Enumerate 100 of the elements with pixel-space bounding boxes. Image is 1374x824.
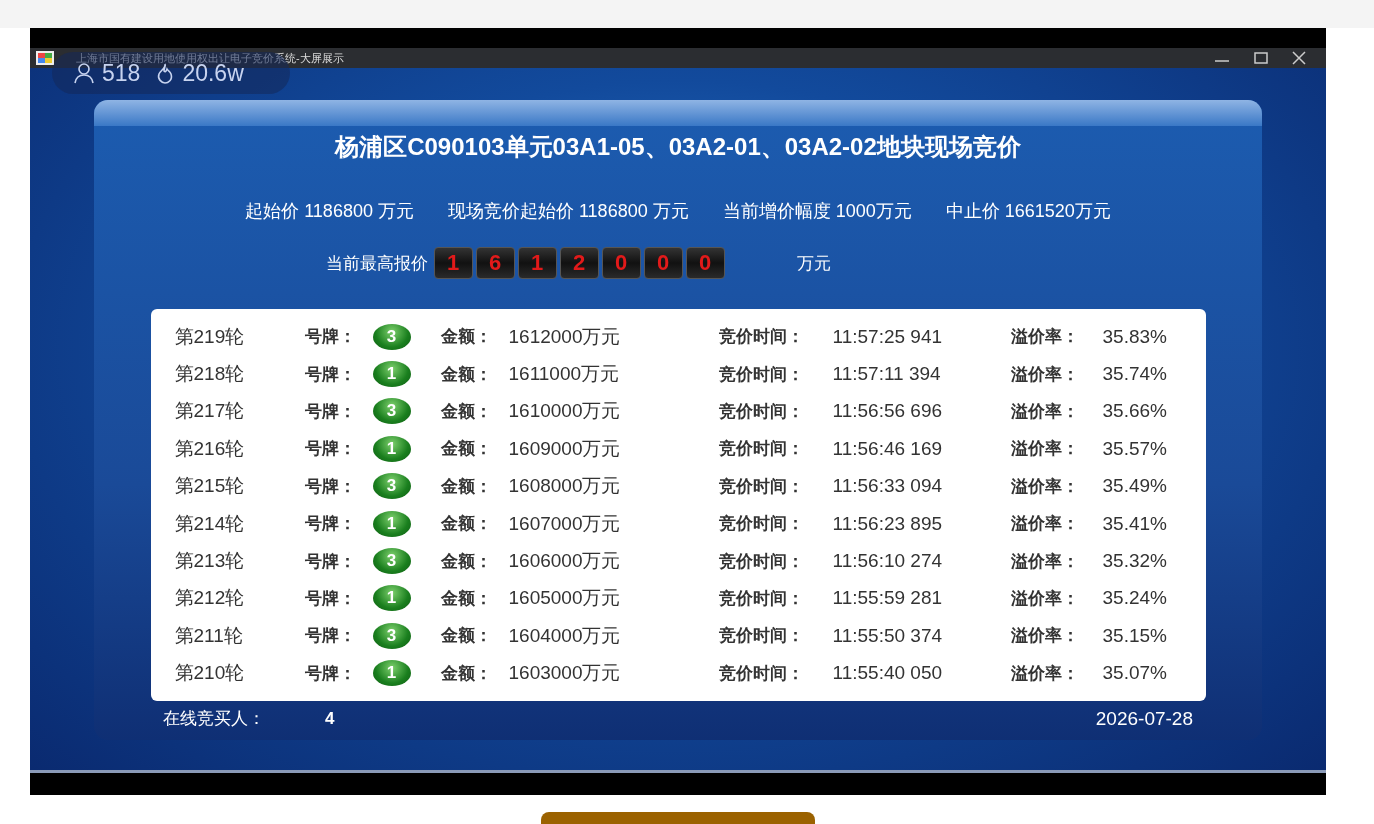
plate-label: 号牌： — [304, 662, 357, 685]
plate-label: 号牌： — [304, 438, 357, 461]
premium-rate: 35.83% — [1102, 325, 1167, 348]
auction-title: 杨浦区C090103单元03A1-05、03A2-01、03A2-02地块现场竞价 — [335, 132, 1021, 162]
round-number: 第210轮 — [174, 661, 246, 686]
premium-label: 溢价率： — [1010, 550, 1080, 573]
amount-label: 金额： — [440, 363, 493, 386]
premium-label: 溢价率： — [1010, 625, 1080, 648]
amount-label: 金额： — [440, 326, 493, 349]
premium-rate: 35.07% — [1102, 662, 1167, 685]
counter-digit: 6 — [475, 247, 515, 279]
counter-digit: 0 — [685, 247, 725, 279]
plate-badge: 3 — [372, 473, 411, 500]
amount-value: 1607000万元 — [508, 511, 622, 536]
round-number: 第211轮 — [174, 623, 244, 648]
bid-time: 11:56:33 094 — [832, 475, 944, 498]
premium-rate: 35.32% — [1102, 550, 1167, 573]
bid-time: 11:55:50 374 — [832, 624, 944, 647]
amount-label: 金额： — [440, 625, 493, 648]
premium-rate: 35.15% — [1102, 624, 1167, 647]
bid-time: 11:56:23 895 — [832, 512, 944, 535]
plate-badge: 3 — [372, 398, 411, 425]
plate-badge: 3 — [372, 622, 411, 649]
counter-digit: 1 — [433, 247, 473, 279]
premium-rate: 35.74% — [1102, 363, 1167, 386]
amount-value: 1610000万元 — [508, 399, 622, 424]
round-number: 第212轮 — [174, 586, 246, 611]
round-number: 第216轮 — [174, 436, 246, 461]
bid-time: 11:55:40 050 — [832, 662, 944, 685]
bid-time: 11:55:59 281 — [832, 587, 944, 610]
time-label: 竞价时间： — [718, 587, 805, 610]
premium-label: 溢价率： — [1010, 513, 1080, 536]
time-label: 竞价时间： — [718, 438, 805, 461]
person-icon — [74, 62, 94, 84]
date: 2026-07-28 — [1095, 707, 1193, 730]
amount-value: 1608000万元 — [508, 474, 622, 499]
amount-label: 金额： — [440, 513, 493, 536]
premium-rate: 35.66% — [1102, 400, 1167, 423]
premium-rate: 35.57% — [1102, 437, 1167, 460]
amount-label: 金额： — [440, 550, 493, 573]
round-number: 第219轮 — [174, 324, 246, 349]
counter-digit: 1 — [517, 247, 557, 279]
round-number: 第214轮 — [174, 511, 246, 536]
premium-label: 溢价率： — [1010, 363, 1080, 386]
price-info: 当前增价幅度 1000万元 — [722, 200, 912, 223]
plate-badge: 1 — [372, 361, 411, 388]
amount-value: 1612000万元 — [508, 324, 622, 349]
amount-value: 1609000万元 — [508, 436, 622, 461]
premium-label: 溢价率： — [1010, 438, 1080, 461]
plate-label: 号牌： — [304, 363, 357, 386]
plate-badge: 3 — [372, 323, 411, 350]
amount-label: 金额： — [440, 475, 493, 498]
premium-label: 溢价率： — [1010, 587, 1080, 610]
round-number: 第215轮 — [174, 474, 246, 499]
premium-label: 溢价率： — [1010, 475, 1080, 498]
plate-label: 号牌： — [304, 625, 357, 648]
plate-badge: 1 — [372, 660, 411, 687]
premium-label: 溢价率： — [1010, 326, 1080, 349]
amount-value: 1603000万元 — [508, 661, 622, 686]
app-icon — [36, 51, 54, 65]
time-label: 竞价时间： — [718, 550, 805, 573]
bid-time: 11:57:11 394 — [832, 363, 942, 386]
counter-digit: 2 — [559, 247, 599, 279]
online-bidders-label: 在线竞买人： — [163, 708, 266, 730]
plate-label: 号牌： — [304, 326, 357, 349]
premium-label: 溢价率： — [1010, 662, 1080, 685]
amount-value: 1606000万元 — [508, 549, 622, 574]
bid-unit: 万元 — [796, 252, 831, 275]
plate-label: 号牌： — [304, 475, 357, 498]
time-label: 竞价时间： — [718, 363, 805, 386]
round-number: 第217轮 — [174, 399, 246, 424]
close-icon[interactable] — [1292, 51, 1306, 65]
amount-label: 金额： — [440, 662, 493, 685]
round-number: 第213轮 — [174, 549, 246, 574]
time-label: 竞价时间： — [718, 513, 805, 536]
flame-icon — [156, 62, 175, 84]
amount-label: 金额： — [440, 438, 493, 461]
counter-digit: 0 — [643, 247, 683, 279]
bid-time: 11:57:25 941 — [832, 325, 944, 348]
highest-bid-label: 当前最高报价 — [325, 252, 428, 275]
amount-label: 金额： — [440, 587, 493, 610]
maximize-icon[interactable] — [1254, 52, 1268, 64]
price-info: 现场竞价起始价 1186800 万元 — [447, 200, 689, 223]
amount-value: 1605000万元 — [508, 586, 622, 611]
premium-label: 溢价率： — [1010, 400, 1080, 423]
amount-value: 1604000万元 — [508, 623, 622, 648]
premium-rate: 35.24% — [1102, 587, 1167, 610]
time-label: 竞价时间： — [718, 625, 805, 648]
plate-label: 号牌： — [304, 550, 357, 573]
plate-badge: 1 — [372, 585, 411, 612]
price-info: 起始价 1186800 万元 — [245, 200, 414, 223]
premium-rate: 35.41% — [1102, 512, 1167, 535]
plate-badge: 1 — [372, 510, 411, 537]
online-bidders-count: 4 — [325, 708, 335, 729]
plate-label: 号牌： — [304, 587, 357, 610]
time-label: 竞价时间： — [718, 662, 805, 685]
time-label: 竞价时间： — [718, 400, 805, 423]
time-label: 竞价时间： — [718, 326, 805, 349]
bid-time: 11:56:46 169 — [832, 437, 944, 460]
amount-value: 1611000万元 — [508, 362, 621, 387]
